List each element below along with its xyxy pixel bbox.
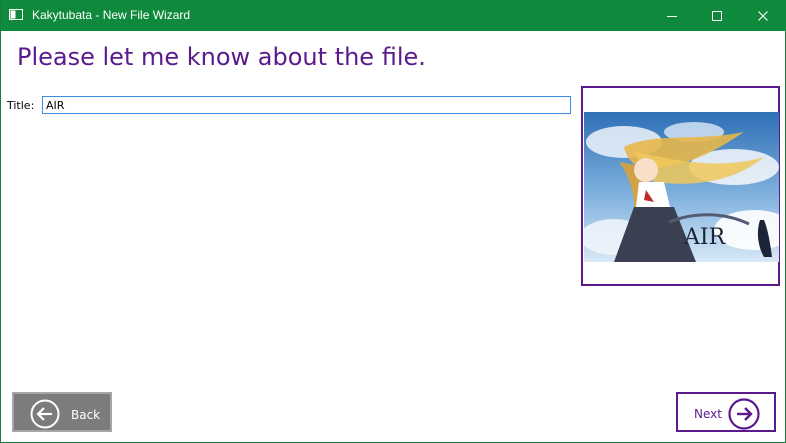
minimize-icon	[667, 15, 677, 17]
next-button[interactable]: Next	[676, 392, 776, 432]
title-bar[interactable]: Kakytubata - New File Wizard	[1, 0, 786, 31]
close-icon	[758, 10, 768, 21]
minimize-button[interactable]	[649, 0, 695, 31]
wizard-window: Kakytubata - New File Wizard Please let …	[0, 0, 786, 443]
close-button[interactable]	[740, 0, 786, 31]
maximize-icon	[712, 10, 722, 21]
back-button-label: Back	[71, 408, 101, 422]
title-input[interactable]	[42, 96, 571, 114]
cover-image-title: AIR	[683, 225, 727, 250]
back-button[interactable]: Back	[12, 392, 112, 432]
next-button-label: Next	[694, 407, 722, 421]
arrow-right-circle-icon	[728, 398, 760, 430]
arrow-left-circle-icon	[30, 399, 60, 429]
cover-preview: AIR	[581, 86, 780, 286]
title-field-label: Title:	[7, 99, 35, 112]
cover-image: AIR	[584, 112, 779, 262]
app-window-icon	[9, 9, 23, 20]
page-heading: Please let me know about the file.	[17, 43, 426, 71]
maximize-button[interactable]	[694, 0, 740, 31]
window-title: Kakytubata - New File Wizard	[32, 8, 191, 22]
